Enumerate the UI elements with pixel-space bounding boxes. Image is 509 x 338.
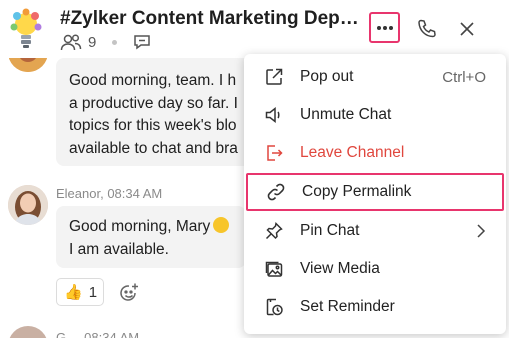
sender-line: G ... 08:34 AM <box>56 330 140 338</box>
more-horizontal-icon <box>376 25 393 30</box>
more-options-menu: Pop out Ctrl+O Unmute Chat Leave Channel <box>244 54 506 334</box>
shortcut-label: Ctrl+O <box>442 68 486 86</box>
channel-meta: 9 <box>60 32 151 52</box>
menu-item-copy-permalink[interactable]: Copy Permalink <box>246 173 504 211</box>
more-options-button[interactable] <box>369 12 400 43</box>
menu-item-unmute-chat[interactable]: Unmute Chat <box>244 96 506 134</box>
reaction-count: 1 <box>88 283 98 301</box>
avatar[interactable] <box>8 185 48 225</box>
chat-header: #Zylker Content Marketing Department 9 <box>0 0 509 58</box>
avatar[interactable] <box>8 326 48 338</box>
lightbulb-logo-icon <box>10 8 42 48</box>
chat-bubble-icon[interactable] <box>133 33 151 51</box>
menu-item-label: Leave Channel <box>300 144 405 161</box>
separator-dot <box>112 39 118 45</box>
smile-emoji-icon <box>213 217 230 233</box>
message-bubble[interactable]: Good morning, Mary I am available. <box>56 206 246 268</box>
link-icon <box>266 182 286 202</box>
menu-item-set-reminder[interactable]: Set Reminder <box>244 288 506 326</box>
menu-item-label: Unmute Chat <box>300 106 392 123</box>
message-line: I am available. <box>69 240 169 258</box>
sender-line: Eleanor, 08:34 AM <box>56 186 163 201</box>
message-line: Good morning, Mary <box>69 216 246 239</box>
leave-icon <box>264 143 284 163</box>
thumbs-up-icon: 👍 <box>64 284 83 301</box>
menu-item-label: Copy Permalink <box>302 183 412 200</box>
close-icon[interactable] <box>458 20 476 38</box>
menu-item-label: Set Reminder <box>300 298 395 315</box>
media-icon <box>264 259 284 279</box>
menu-item-label: View Media <box>300 260 380 277</box>
members-icon[interactable] <box>60 33 82 51</box>
menu-item-label: Pin Chat <box>300 222 360 239</box>
menu-item-view-media[interactable]: View Media <box>244 250 506 288</box>
add-reaction-icon[interactable] <box>118 282 140 304</box>
phone-icon[interactable] <box>416 18 438 40</box>
reaction-chip[interactable]: 👍 1 <box>56 278 104 306</box>
menu-item-leave-channel[interactable]: Leave Channel <box>244 134 506 172</box>
chevron-right-icon <box>477 224 486 238</box>
pop-out-icon <box>264 67 284 87</box>
pin-icon <box>264 221 284 241</box>
menu-item-pop-out[interactable]: Pop out Ctrl+O <box>244 58 506 96</box>
menu-item-pin-chat[interactable]: Pin Chat <box>244 212 506 250</box>
speaker-icon <box>264 105 284 125</box>
channel-title[interactable]: #Zylker Content Marketing Department <box>60 8 366 30</box>
reminder-icon <box>264 297 284 317</box>
menu-item-label: Pop out <box>300 68 354 85</box>
member-count[interactable]: 9 <box>88 34 96 51</box>
